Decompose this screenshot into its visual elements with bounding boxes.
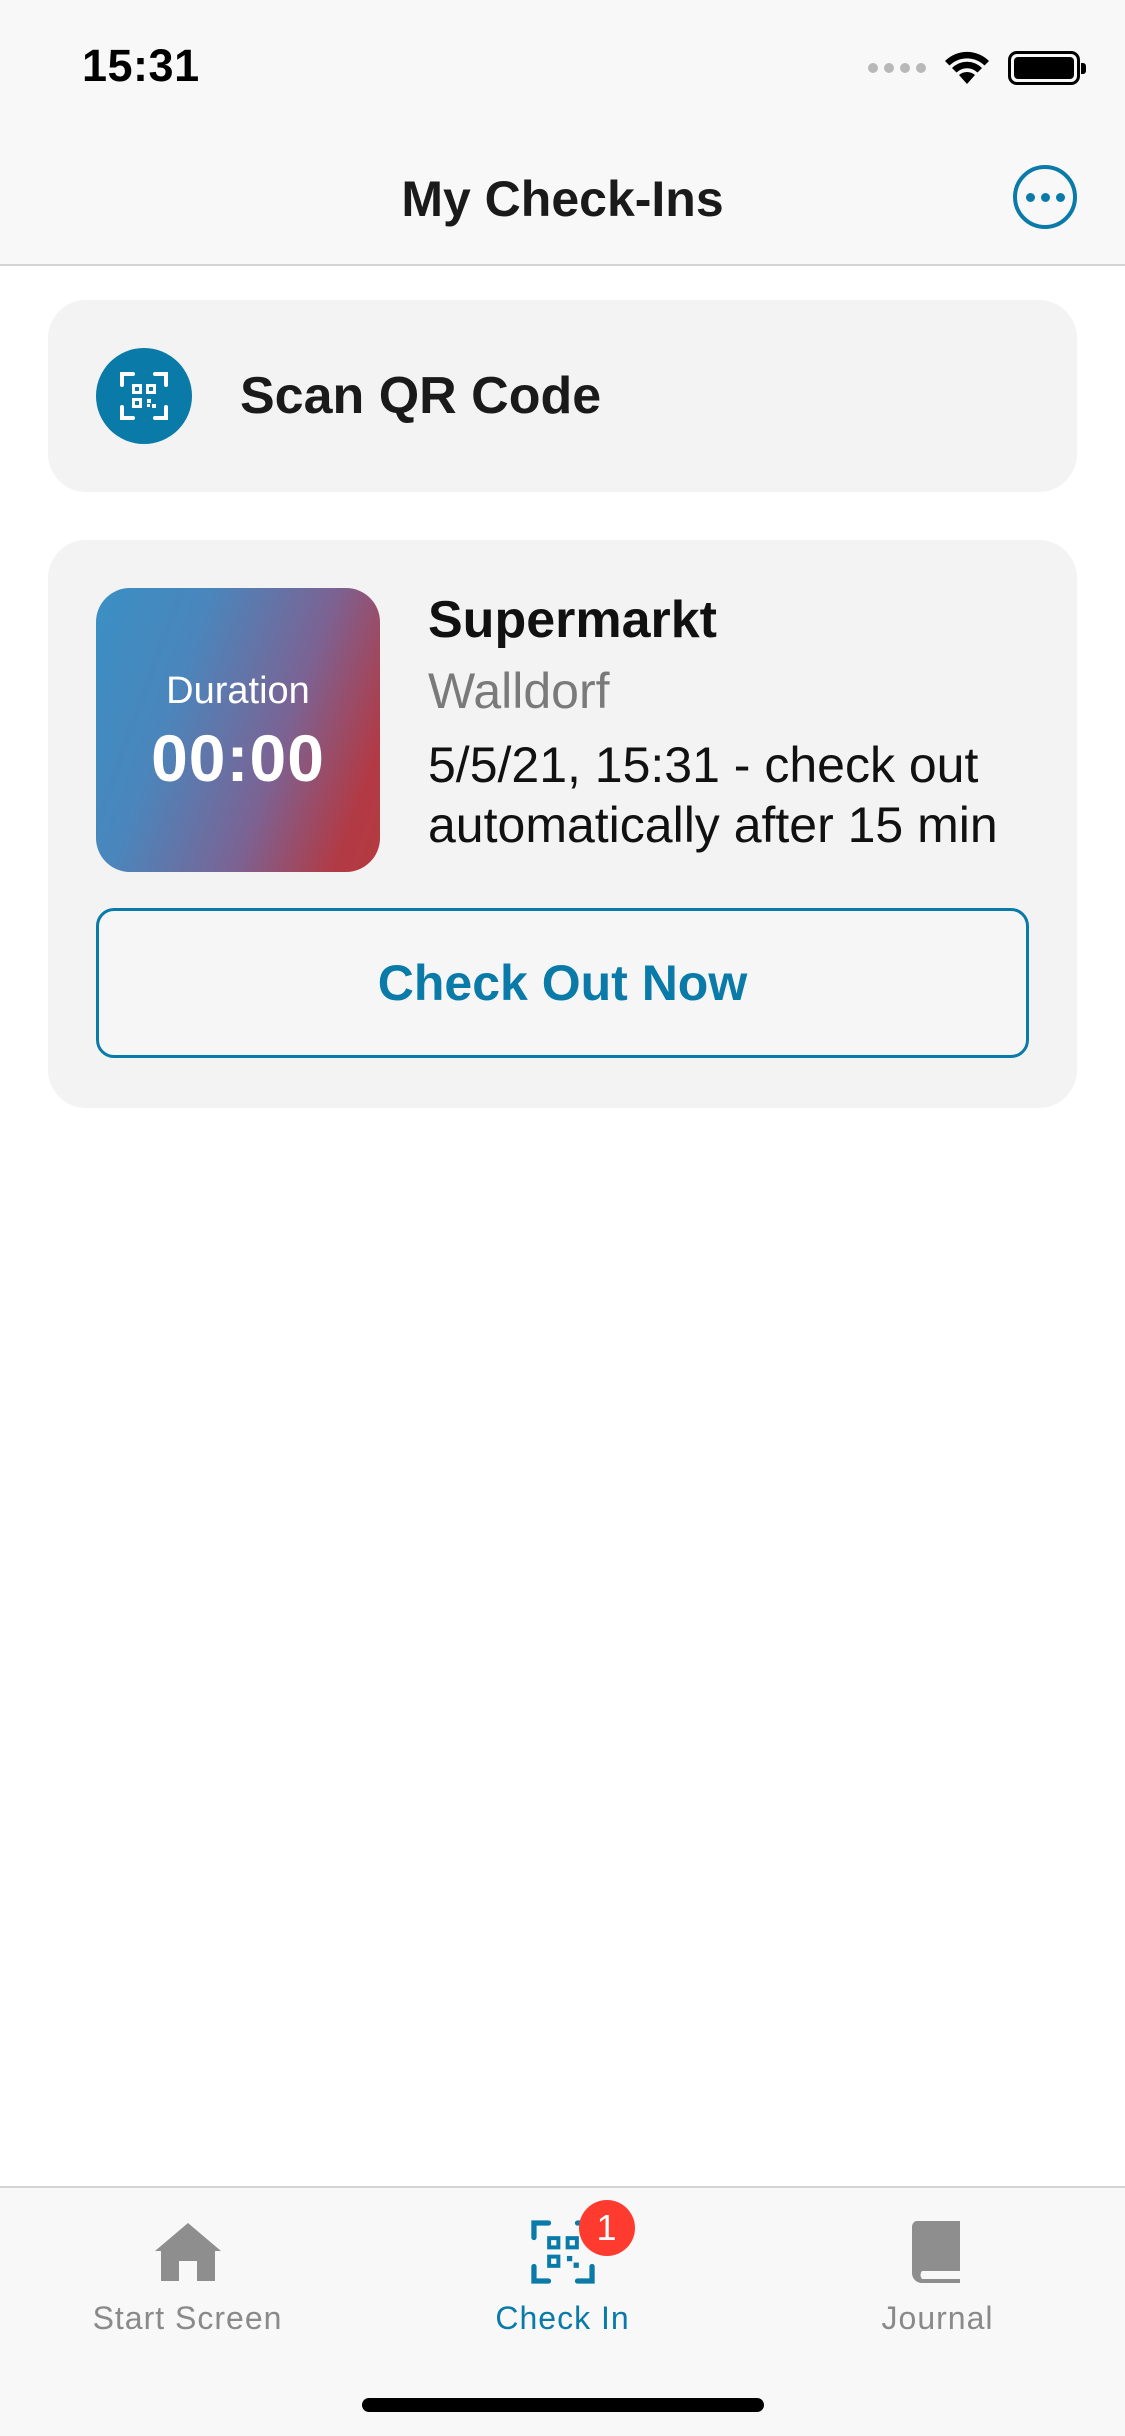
tab-start-screen[interactable]: Start Screen [0, 2188, 375, 2358]
duration-value: 00:00 [151, 721, 325, 795]
battery-icon [1008, 51, 1086, 85]
wifi-icon [945, 51, 989, 84]
tab-journal[interactable]: Journal [750, 2188, 1125, 2358]
location-name: Supermarkt [428, 591, 717, 649]
status-icons [868, 48, 1086, 88]
status-time: 15:31 [82, 40, 200, 91]
tab-bar: Start Screen 1 Check In Journal [0, 2186, 1125, 2436]
tab-label: Journal [881, 2300, 994, 2336]
status-bar: 15:31 [0, 0, 1125, 140]
more-options-button[interactable] [1013, 165, 1077, 229]
ellipsis-circle-icon [1025, 192, 1035, 202]
home-indicator [362, 2398, 764, 2412]
scan-qr-code-button[interactable]: Scan QR Code [48, 300, 1077, 492]
scan-qr-code-label: Scan QR Code [240, 367, 602, 425]
tab-label: Check In [495, 2300, 630, 2336]
tab-check-in[interactable]: 1 Check In [375, 2188, 750, 2358]
book-icon [898, 2212, 978, 2292]
checkin-info-text: 5/5/21, 15:31 - check out automatically … [428, 737, 998, 853]
page-title: My Check-Ins [401, 171, 724, 227]
duration-tile: Duration 00:00 [96, 588, 380, 872]
location-city: Walldorf [428, 663, 610, 719]
notification-badge: 1 [578, 2200, 635, 2256]
checkin-card: Duration 00:00 Supermarkt Walldorf 5/5/2… [48, 540, 1077, 1108]
duration-label: Duration [166, 670, 310, 712]
cellular-signal-icon [868, 63, 926, 73]
check-out-now-button[interactable]: Check Out Now [96, 908, 1029, 1058]
qr-code-scan-icon [96, 348, 192, 444]
tab-label: Start Screen [92, 2300, 283, 2336]
house-icon [148, 2212, 228, 2292]
navigation-bar: My Check-Ins [0, 140, 1125, 266]
